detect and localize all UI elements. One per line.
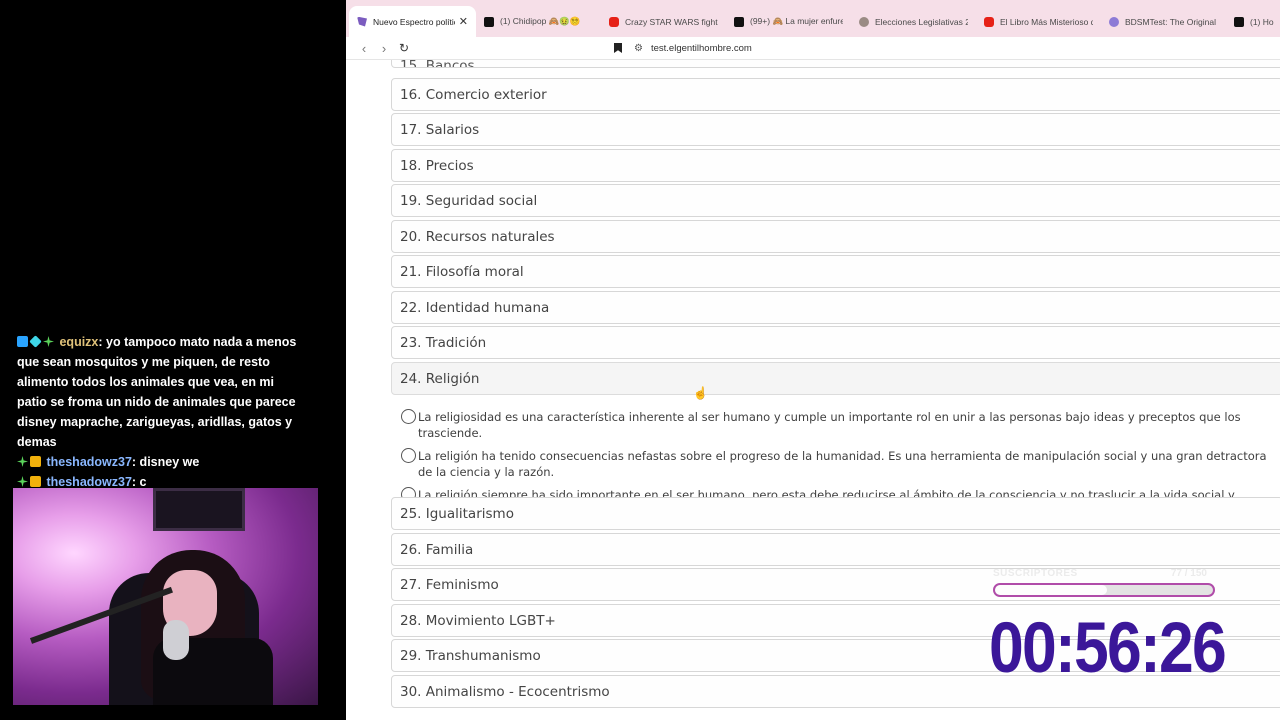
radio-button[interactable] (401, 448, 416, 463)
topic-label: 23. Tradición (400, 334, 487, 351)
crown-badge-icon (30, 456, 41, 467)
topic-accordion[interactable]: 23. Tradición (391, 326, 1280, 359)
topic-label: 30. Animalismo - Ecocentrismo (400, 683, 610, 700)
chat-text: : disney we (131, 455, 200, 469)
tab[interactable]: (1) Chidipop 🙈🤢😵‍💫 (476, 6, 601, 37)
topic-label: 15. Bancos (400, 60, 475, 68)
topic-accordion[interactable]: 26. Familia (391, 533, 1280, 566)
chat-text: : yo tampoco mato nada a menos que sean … (17, 335, 297, 449)
tab-label: El Libro Más Misterioso de (1000, 16, 1093, 27)
topic-label: 24. Religión (400, 370, 480, 387)
chat-username: equizx (59, 335, 99, 349)
address-bar[interactable]: ⚙ test.elgentilhombre.com (614, 39, 752, 57)
badge-icon (17, 336, 28, 347)
stream-stage: equizx: yo tampoco mato nada a menos que… (0, 0, 1280, 720)
tab[interactable]: (99+) 🙈 La mujer enfurecida (726, 6, 851, 37)
bookmark-icon[interactable] (614, 43, 622, 53)
topic-accordion[interactable]: 15. Bancos (391, 60, 1280, 68)
url-text: test.elgentilhombre.com (650, 42, 752, 54)
subscriber-goal: SUSCRIPTORES 77 / 150 (993, 568, 1215, 597)
stream-chat: equizx: yo tampoco mato nada a menos que… (0, 332, 346, 492)
webcam-feed (13, 488, 318, 705)
topic-accordion[interactable]: 17. Salarios (391, 113, 1280, 146)
topic-label: 28. Movimiento LGBT+ (400, 612, 556, 629)
chat-message: equizx: yo tampoco mato nada a menos que… (0, 332, 346, 452)
topic-label: 19. Seguridad social (400, 192, 538, 209)
badge-icon (17, 456, 28, 467)
topic-label: 17. Salarios (400, 121, 480, 138)
chat-username: theshadowz37 (46, 475, 132, 489)
topic-accordion[interactable]: 25. Igualitarismo (391, 497, 1280, 530)
tab-label: (99+) 🙈 La mujer enfurecida (750, 16, 843, 26)
chat-message: theshadowz37: disney we (0, 452, 346, 472)
topic-label: 25. Igualitarismo (400, 505, 514, 522)
tab-label: (1) Ho (1250, 16, 1274, 27)
tab-label: Elecciones Legislativas 2024 (875, 16, 968, 27)
crown-badge-icon (30, 476, 41, 487)
answer-option[interactable]: La religión ha tenido consecuencias nefa… (391, 448, 1271, 480)
topic-accordion-open[interactable]: 24. Religión (391, 362, 1280, 395)
chat-text: : c (131, 475, 147, 489)
answer-option[interactable]: La religiosidad es una característica in… (391, 409, 1271, 441)
tab[interactable]: Elecciones Legislativas 2024 (851, 6, 976, 37)
subs-progress-fill (995, 585, 1107, 595)
subs-count: 77 / 150 (1170, 568, 1207, 579)
chat-username: theshadowz37 (46, 455, 132, 469)
topic-accordion[interactable]: 22. Identidad humana (391, 291, 1280, 324)
tab-active[interactable]: Nuevo Espectro político ✕ (349, 6, 476, 37)
topic-label: 27. Feminismo (400, 576, 499, 593)
tab[interactable]: El Libro Más Misterioso de (976, 6, 1101, 37)
microphone-icon (163, 620, 189, 660)
tab-label: (1) Chidipop 🙈🤢😵‍💫 (500, 16, 581, 26)
topic-label: 16. Comercio exterior (400, 86, 547, 103)
tab[interactable]: Crazy STAR WARS fight in (601, 6, 726, 37)
topic-label: 22. Identidad humana (400, 299, 550, 316)
site-icon (357, 16, 367, 27)
x-icon (484, 16, 494, 27)
badge-icon (29, 335, 42, 348)
topic-accordion[interactable]: 18. Precios (391, 149, 1280, 182)
hand-cursor-icon: ☝ (693, 386, 708, 400)
tab-label: Crazy STAR WARS fight in (625, 16, 718, 27)
youtube-icon (984, 16, 994, 27)
forward-icon[interactable]: › (374, 41, 394, 56)
close-icon[interactable]: ✕ (459, 15, 468, 28)
tab[interactable]: (1) Ho (1226, 6, 1280, 37)
badge-icon (17, 476, 28, 487)
radio-button[interactable] (401, 409, 416, 424)
x-icon (1234, 16, 1244, 27)
topic-accordion[interactable]: 20. Recursos naturales (391, 220, 1280, 253)
browser-toolbar: ‹ › ↻ ⚙ test.elgentilhombre.com (346, 37, 1280, 59)
tab-label: Nuevo Espectro político (373, 16, 455, 27)
bdsm-icon (1109, 16, 1119, 27)
tab-strip: Nuevo Espectro político ✕ (1) Chidipop 🙈… (346, 0, 1280, 37)
topic-accordion[interactable]: 16. Comercio exterior (391, 78, 1280, 111)
topic-accordion[interactable]: 19. Seguridad social (391, 184, 1280, 217)
topic-label: 26. Familia (400, 541, 474, 558)
reload-icon[interactable]: ↻ (394, 41, 414, 55)
topic-label: 20. Recursos naturales (400, 228, 555, 245)
tab-label: BDSMTest: The Original BDSM (1125, 16, 1218, 27)
subs-progress-bar (993, 583, 1215, 597)
topic-label: 21. Filosofía moral (400, 263, 524, 280)
globe-icon (859, 16, 869, 27)
option-text: La religión ha tenido consecuencias nefa… (418, 449, 1267, 479)
topic-accordion[interactable]: 21. Filosofía moral (391, 255, 1280, 288)
wall-frame (153, 488, 245, 531)
option-text: La religiosidad es una característica in… (418, 410, 1241, 440)
youtube-icon (609, 16, 619, 27)
tab[interactable]: BDSMTest: The Original BDSM (1101, 6, 1226, 37)
topic-label: 29. Transhumanismo (400, 647, 541, 664)
back-icon[interactable]: ‹ (354, 41, 374, 56)
stream-timer: 00:56:26 (989, 609, 1227, 688)
site-settings-icon[interactable]: ⚙ (634, 43, 643, 54)
topic-label: 18. Precios (400, 157, 474, 174)
tiktok-icon (734, 16, 744, 27)
badge-icon (43, 336, 54, 347)
